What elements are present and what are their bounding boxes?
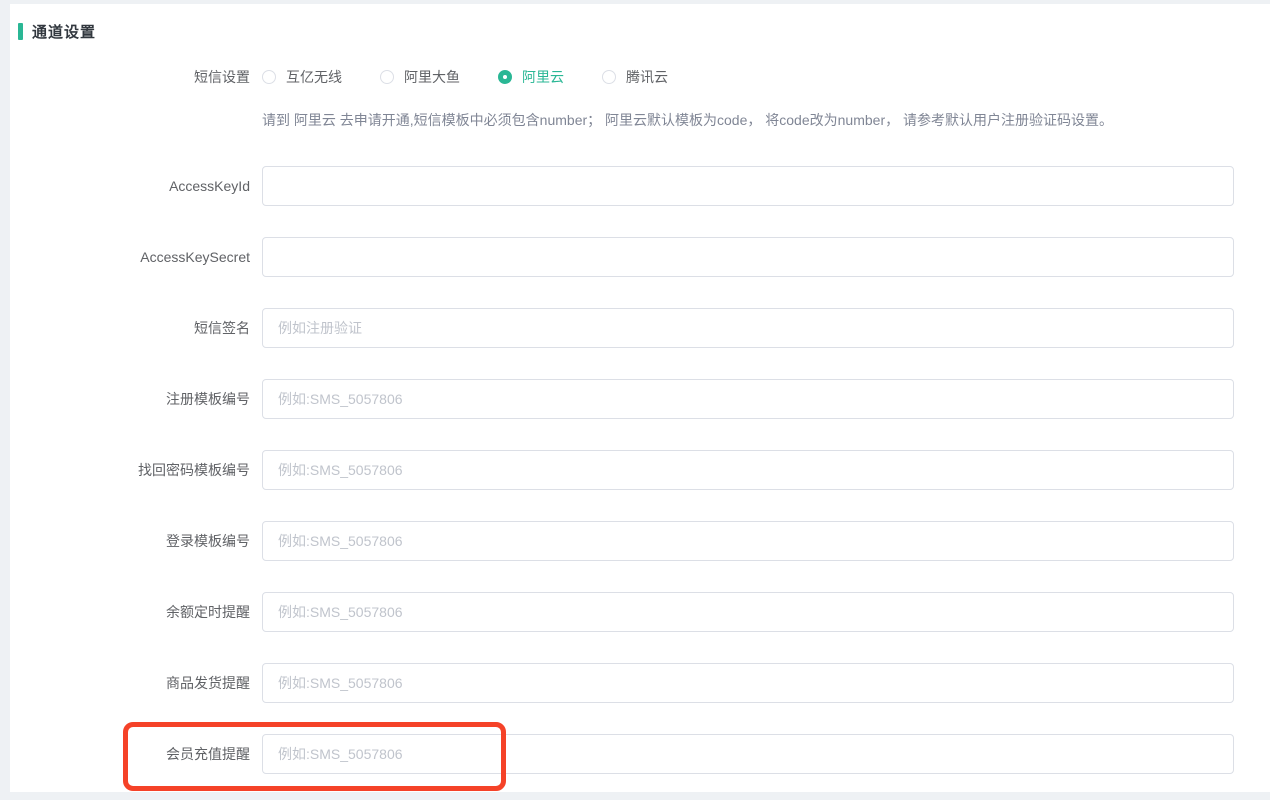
sms-provider-radio-group: 互亿无线 阿里大鱼 阿里云 腾讯云 [262,67,706,87]
field-input-member-recharge-reminder-template-id[interactable] [262,734,1234,774]
form-row: 短信签名 [10,308,1270,348]
radio-button-icon [380,70,394,84]
radio-option-huyi-wireless[interactable]: 互亿无线 [262,67,342,87]
field-label-password-recovery-template-id: 找回密码模板编号 [10,460,250,480]
radio-button-icon [262,70,276,84]
radio-option-tencent-cloud[interactable]: 腾讯云 [602,67,668,87]
section-accent-bar [18,23,23,40]
field-input-sms-signature[interactable] [262,308,1234,348]
field-label-shipping-reminder-template-id: 商品发货提醒 [10,673,250,693]
field-label-balance-reminder-template-id: 余额定时提醒 [10,602,250,622]
radio-option-aliyun[interactable]: 阿里云 [498,67,564,87]
radio-button-icon [498,70,512,84]
section-title: 通道设置 [32,21,96,42]
field-label-member-recharge-reminder-template-id: 会员充值提醒 [10,744,250,764]
field-label-sms-signature: 短信签名 [10,318,250,338]
field-input-access-key-secret[interactable] [262,237,1234,277]
form-row: AccessKeyId [10,166,1270,206]
field-input-balance-reminder-template-id[interactable] [262,592,1234,632]
field-input-register-template-id[interactable] [262,379,1234,419]
field-input-shipping-reminder-template-id[interactable] [262,663,1234,703]
provider-help-row: 请到 阿里云 去申请开通,短信模板中必须包含number； 阿里云默认模板为co… [262,111,1270,129]
form-row: AccessKeySecret [10,237,1270,277]
radio-option-label: 腾讯云 [626,67,668,87]
section-header: 通道设置 [10,4,1270,41]
sms-provider-row: 短信设置 互亿无线 阿里大鱼 阿里云 腾讯云 [10,67,1270,87]
channel-settings-card: 通道设置 短信设置 互亿无线 阿里大鱼 阿里云 腾讯云 请到 阿里云 去申请开通… [10,4,1270,792]
form-row: 余额定时提醒 [10,592,1270,632]
radio-option-label: 互亿无线 [286,67,342,87]
provider-help-text: 请到 阿里云 去申请开通,短信模板中必须包含number； 阿里云默认模板为co… [262,111,1270,129]
sms-provider-label: 短信设置 [10,67,250,87]
form-fields: AccessKeyId AccessKeySecret 短信签名 注册模板编号 … [10,166,1270,774]
field-label-login-template-id: 登录模板编号 [10,531,250,551]
radio-option-label: 阿里大鱼 [404,67,460,87]
field-label-access-key-secret: AccessKeySecret [10,249,250,265]
field-input-login-template-id[interactable] [262,521,1234,561]
field-label-register-template-id: 注册模板编号 [10,389,250,409]
radio-button-icon [602,70,616,84]
field-input-password-recovery-template-id[interactable] [262,450,1234,490]
form-row: 找回密码模板编号 [10,450,1270,490]
form-row: 登录模板编号 [10,521,1270,561]
radio-option-label: 阿里云 [522,67,564,87]
form-row: 注册模板编号 [10,379,1270,419]
form-row: 会员充值提醒 [10,734,1270,774]
form-row: 商品发货提醒 [10,663,1270,703]
field-label-access-key-id: AccessKeyId [10,178,250,194]
radio-option-ali-dayu[interactable]: 阿里大鱼 [380,67,460,87]
field-input-access-key-id[interactable] [262,166,1234,206]
